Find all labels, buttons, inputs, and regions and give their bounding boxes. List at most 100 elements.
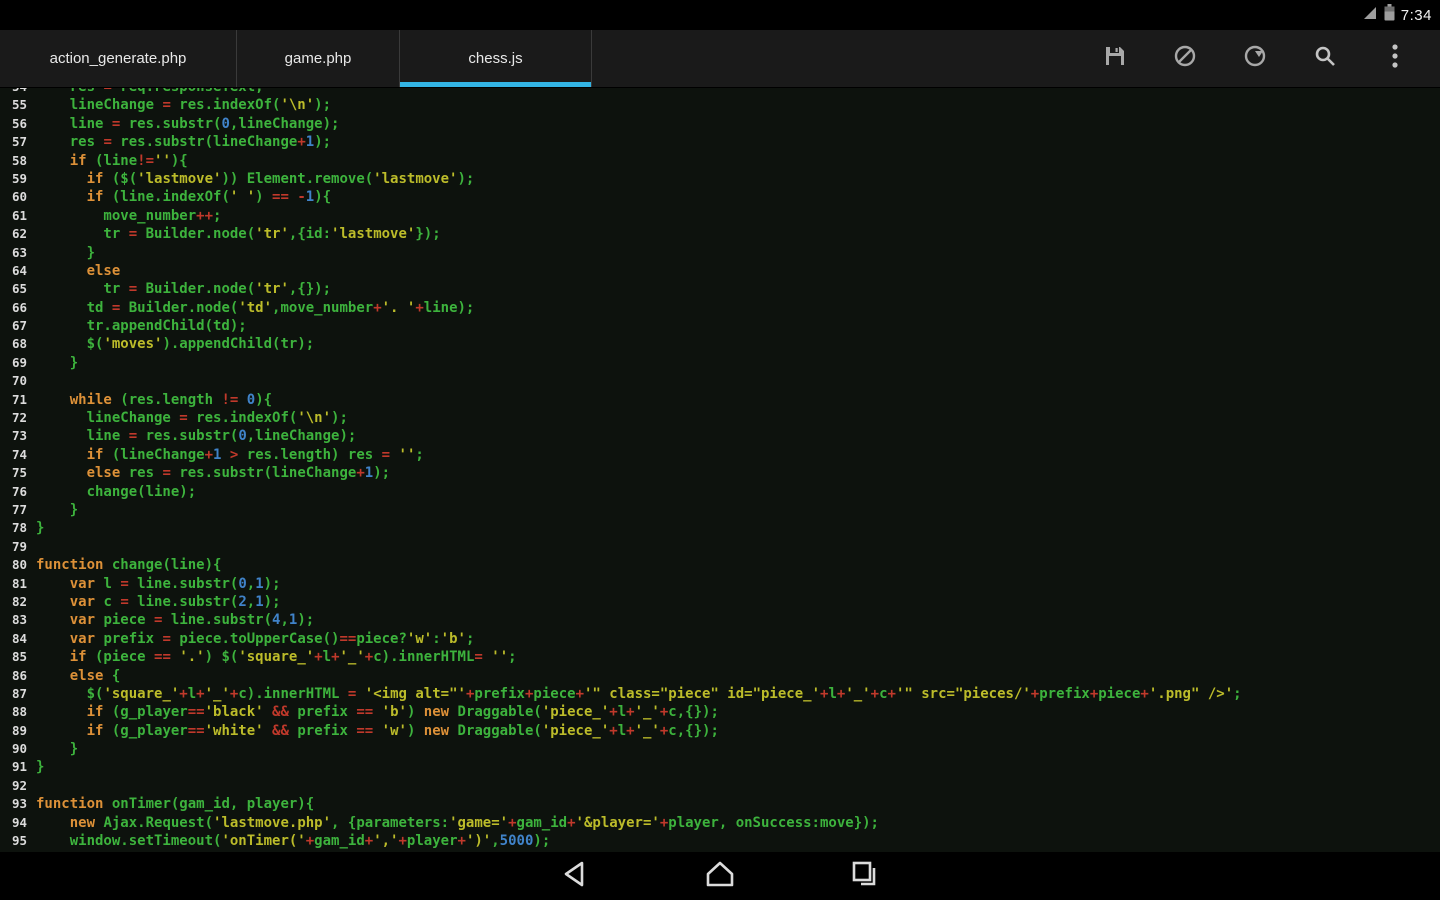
back-icon (558, 859, 592, 894)
code-lines: 54 res = req.responseText;55 lineChange … (0, 88, 1440, 850)
undo-icon (1173, 44, 1197, 73)
code-text: var prefix = piece.toUpperCase()==piece?… (36, 630, 474, 648)
code-text: move_number++; (36, 207, 221, 225)
search-button[interactable] (1290, 30, 1360, 88)
recents-icon (848, 859, 882, 894)
code-text: if (g_player=='white' && prefix == 'w') … (36, 722, 719, 740)
line-number: 60 (0, 188, 36, 206)
code-line: 70 (0, 372, 1440, 390)
code-text: else { (36, 667, 120, 685)
code-line: 77 } (0, 501, 1440, 519)
code-text: if (lineChange+1 > res.length) res = ''; (36, 446, 424, 464)
line-number: 72 (0, 409, 36, 427)
line-number: 95 (0, 832, 36, 850)
code-line: 76 change(line); (0, 483, 1440, 501)
undo-button[interactable] (1150, 30, 1220, 88)
line-number: 94 (0, 814, 36, 832)
home-icon (703, 859, 737, 894)
code-text: else res = res.substr(lineChange+1); (36, 464, 390, 482)
line-number: 68 (0, 335, 36, 353)
tab-label: chess.js (468, 50, 522, 67)
code-line: 73 line = res.substr(0,lineChange); (0, 427, 1440, 445)
overflow-menu-icon (1391, 43, 1399, 74)
save-button[interactable] (1080, 30, 1150, 88)
line-number: 56 (0, 115, 36, 133)
status-bar: 7:34 (0, 0, 1440, 30)
code-line: 57 res = res.substr(lineChange+1); (0, 133, 1440, 151)
code-text: tr = Builder.node('tr',{id:'lastmove'}); (36, 225, 441, 243)
clock-label: 7:34 (1401, 7, 1432, 24)
code-line: 61 move_number++; (0, 207, 1440, 225)
code-line: 88 if (g_player=='black' && prefix == 'b… (0, 703, 1440, 721)
code-line: 59 if ($('lastmove')) Element.remove('la… (0, 170, 1440, 188)
code-line: 82 var c = line.substr(2,1); (0, 593, 1440, 611)
code-line: 69 } (0, 354, 1440, 372)
line-number: 63 (0, 244, 36, 262)
code-line: 60 if (line.indexOf(' ') == -1){ (0, 188, 1440, 206)
code-line: 85 if (piece == '.') $('square_'+l+'_'+c… (0, 648, 1440, 666)
line-number: 79 (0, 538, 36, 556)
code-line: 54 res = req.responseText; (0, 88, 1440, 96)
tab-game-php[interactable]: game.php (237, 30, 400, 87)
code-text: } (36, 244, 95, 262)
code-text: if (g_player=='black' && prefix == 'b') … (36, 703, 719, 721)
code-line: 93function onTimer(gam_id, player){ (0, 795, 1440, 813)
code-line: 78} (0, 519, 1440, 537)
line-number: 54 (0, 88, 36, 96)
code-text: lineChange = res.indexOf('\n'); (36, 96, 331, 114)
home-button[interactable] (648, 852, 793, 900)
line-number: 71 (0, 391, 36, 409)
code-text: else (36, 262, 120, 280)
tab-chess-js[interactable]: chess.js (400, 30, 592, 87)
line-number: 81 (0, 575, 36, 593)
code-text: } (36, 740, 78, 758)
line-number: 65 (0, 280, 36, 298)
code-text: if ($('lastmove')) Element.remove('lastm… (36, 170, 474, 188)
line-number: 88 (0, 703, 36, 721)
recents-button[interactable] (793, 852, 938, 900)
line-number: 93 (0, 795, 36, 813)
code-text: var l = line.substr(0,1); (36, 575, 281, 593)
code-line: 63 } (0, 244, 1440, 262)
line-number: 70 (0, 372, 36, 390)
code-text: function change(line){ (36, 556, 221, 574)
code-text: td = Builder.node('td',move_number+'. '+… (36, 299, 474, 317)
back-button[interactable] (503, 852, 648, 900)
code-text: } (36, 501, 78, 519)
code-line: 87 $('square_'+l+'_'+c).innerHTML = '<im… (0, 685, 1440, 703)
line-number: 76 (0, 483, 36, 501)
code-text: tr.appendChild(td); (36, 317, 247, 335)
code-line: 56 line = res.substr(0,lineChange); (0, 115, 1440, 133)
code-text: change(line); (36, 483, 196, 501)
redo-button[interactable] (1220, 30, 1290, 88)
code-line: 66 td = Builder.node('td',move_number+'.… (0, 299, 1440, 317)
code-line: 74 if (lineChange+1 > res.length) res = … (0, 446, 1440, 464)
code-text: if (piece == '.') $('square_'+l+'_'+c).i… (36, 648, 517, 666)
code-line: 92 (0, 777, 1440, 795)
code-text: $('square_'+l+'_'+c).innerHTML = '<img a… (36, 685, 1242, 703)
tab-action-generate-php[interactable]: action_generate.php (0, 30, 237, 87)
line-number: 57 (0, 133, 36, 151)
code-line: 95 window.setTimeout('onTimer('+gam_id+'… (0, 832, 1440, 850)
tab-label: action_generate.php (50, 50, 187, 67)
line-number: 83 (0, 611, 36, 629)
code-line: 55 lineChange = res.indexOf('\n'); (0, 96, 1440, 114)
code-text: line = res.substr(0,lineChange); (36, 427, 356, 445)
code-text: function onTimer(gam_id, player){ (36, 795, 314, 813)
code-text: if (line.indexOf(' ') == -1){ (36, 188, 331, 206)
code-text: res = res.substr(lineChange+1); (36, 133, 331, 151)
code-text: line = res.substr(0,lineChange); (36, 115, 339, 133)
toolbar (1080, 30, 1440, 87)
code-line: 83 var piece = line.substr(4,1); (0, 611, 1440, 629)
overflow-menu-button[interactable] (1360, 30, 1430, 88)
save-icon (1103, 44, 1127, 73)
active-tab-underline (400, 82, 591, 87)
line-number: 67 (0, 317, 36, 335)
code-line: 86 else { (0, 667, 1440, 685)
line-number: 61 (0, 207, 36, 225)
code-text: } (36, 758, 44, 776)
tab-label: game.php (285, 50, 352, 67)
code-editor[interactable]: 54 res = req.responseText;55 lineChange … (0, 88, 1440, 852)
line-number: 82 (0, 593, 36, 611)
code-text: } (36, 354, 78, 372)
